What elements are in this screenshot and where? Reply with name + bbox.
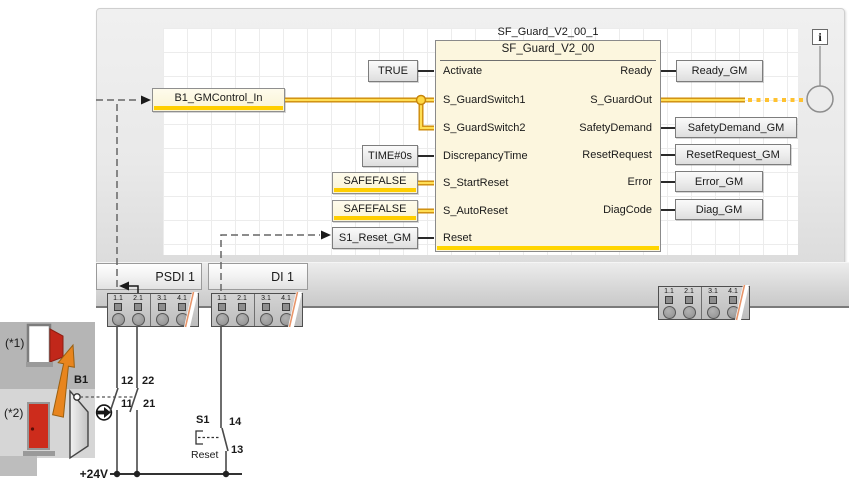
fb-title: SF_Guard_V2_00 [436,43,660,59]
var-ready-gm[interactable]: Ready_GM [676,60,763,82]
terminal: 1.1 [212,294,232,326]
fb-input-reset[interactable]: Reset [443,232,472,244]
terminal: 4.1 [723,287,743,319]
fb-output-resetrequest[interactable]: ResetRequest [500,149,652,161]
terminal-screw [156,313,169,326]
terminal-screw [707,306,720,319]
rail-junction-1 [114,471,120,477]
terminal-screw [176,313,189,326]
b1-contact2-bottom: 21 [143,398,155,410]
terminal-screw [216,313,229,326]
terminal-screw [663,306,676,319]
terminal-strip-right: 1.1 2.1 3.1 4.1 [658,286,750,320]
s1-id-label: S1 [196,414,209,426]
terminal: 2.1 [232,294,252,326]
module-label-psdi: PSDI 1 [96,263,202,290]
var-error-gm[interactable]: Error_GM [675,171,763,192]
terminal-pin [114,303,122,311]
terminal-strip-psdi: 1.1 2.1 3.1 4.1 [107,293,199,327]
terminal: 1.1 [108,294,128,326]
literal-safefalse-autoreset[interactable]: SAFEFALSE [332,200,418,222]
b1-contact1-top: 12 [121,375,133,387]
rail-junction-3 [223,471,229,477]
fb-input-activate[interactable]: Activate [443,65,482,77]
terminal-pin [238,303,246,311]
rail-junction-2 [134,471,140,477]
terminal-screw [260,313,273,326]
terminal-pin [158,303,166,311]
actuation-arrow-icon [97,405,112,420]
fb-output-safetydemand[interactable]: SafetyDemand [500,122,652,134]
strip-divider [701,287,702,319]
fb-title-separator [440,60,656,61]
terminal-screw [112,313,125,326]
literal-time0s[interactable]: TIME#0s [362,145,418,167]
terminal-pin [262,303,270,311]
strip-divider [150,294,151,326]
supply-24v-label: +24V [70,467,108,481]
terminal-pin [218,303,226,311]
note-closed-label: (*2) [4,406,23,420]
b1-contact1-bottom: 11 [121,398,133,410]
var-diag-gm[interactable]: Diag_GM [675,199,763,220]
terminal: 3.1 [703,287,723,319]
terminal-pin [134,303,142,311]
var-s1-reset-gm[interactable]: S1_Reset_GM [332,227,418,249]
guard-closed-panel [0,389,95,458]
terminal: 3.1 [152,294,172,326]
literal-true[interactable]: TRUE [368,60,418,82]
di-label-text: DI 1 [271,270,294,284]
fb-input-sstartreset[interactable]: S_StartReset [443,177,508,189]
b1-id-label: B1 [74,374,88,386]
pushbutton-symbol [196,431,219,444]
terminal-screw [683,306,696,319]
literal-safefalse-startreset[interactable]: SAFEFALSE [332,172,418,194]
terminal: 4.1 [276,294,296,326]
contact-s1 [222,428,228,451]
terminal-pin [665,296,673,304]
fb-output-diagcode[interactable]: DiagCode [500,204,652,216]
module-label-di: DI 1 [208,263,308,290]
s1-contact-top: 14 [229,416,241,428]
terminal-strip-di: 1.1 2.1 3.1 4.1 [211,293,303,327]
fb-output-ready[interactable]: Ready [500,65,652,77]
fb-output-error[interactable]: Error [500,176,652,188]
info-icon[interactable]: i [812,29,828,45]
note-open-label: (*1) [5,336,24,350]
fb-instance-label: SF_Guard_V2_00_1 [435,26,661,38]
terminal-screw [280,313,293,326]
terminal-pin [282,303,290,311]
terminal: 2.1 [128,294,148,326]
floor-strip [0,456,37,476]
terminal-screw [727,306,740,319]
strip-divider [254,294,255,326]
terminal-pin [729,296,737,304]
terminal-pin [178,303,186,311]
s1-reset-label: Reset [191,449,218,461]
contact-ch1 [110,388,118,412]
var-b1-gmcontrol-in[interactable]: B1_GMControl_In [152,88,285,112]
s1-contact-bottom: 13 [231,444,243,456]
var-resetrequest-gm[interactable]: ResetRequest_GM [675,144,791,165]
terminal-screw [132,313,145,326]
var-safetydemand-gm[interactable]: SafetyDemand_GM [675,117,797,138]
terminal-pin [709,296,717,304]
terminal: 1.1 [659,287,679,319]
psdi-label-text: PSDI 1 [155,270,195,284]
diagram-canvas: { "fbd": { "instance_label": "SF_Guard_V… [0,0,852,481]
terminal-pin [685,296,693,304]
terminal: 3.1 [256,294,276,326]
fb-input-sautoreset[interactable]: S_AutoReset [443,205,508,217]
terminal-screw [236,313,249,326]
fb-output-sguardout[interactable]: S_GuardOut [500,94,652,106]
terminal: 4.1 [172,294,192,326]
b1-contact2-top: 22 [142,375,154,387]
terminal: 2.1 [679,287,699,319]
